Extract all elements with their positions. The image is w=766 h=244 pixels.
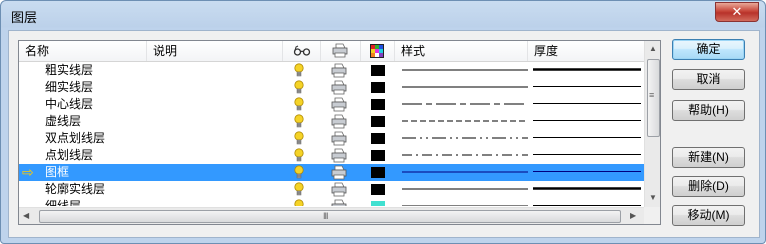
layer-name: 虚线层 — [45, 114, 82, 128]
line-thickness-preview[interactable] — [533, 135, 641, 140]
line-thickness-preview[interactable] — [533, 152, 641, 157]
scroll-up-icon[interactable]: ▲ — [645, 44, 660, 53]
printer-icon[interactable] — [331, 148, 347, 163]
layer-row[interactable]: 中心线层 — [19, 96, 644, 113]
printer-icon[interactable] — [331, 97, 347, 112]
printer-icon[interactable] — [331, 199, 347, 206]
line-thickness-preview[interactable] — [533, 169, 641, 174]
printer-icon — [332, 43, 348, 58]
help-button[interactable]: 帮助(H) — [672, 100, 745, 121]
layer-name: 双点划线层 — [45, 131, 106, 145]
line-style-preview[interactable] — [402, 68, 528, 72]
scroll-corner — [644, 207, 660, 224]
line-style-preview[interactable] — [402, 153, 528, 157]
column-header-visible[interactable] — [283, 41, 321, 61]
column-header-description[interactable]: 说明 — [147, 41, 283, 61]
scroll-right-icon[interactable]: ▶ — [630, 211, 636, 220]
line-style-preview[interactable] — [402, 102, 528, 106]
column-header-style[interactable]: 样式 — [395, 41, 528, 61]
delete-layer-button[interactable]: 删除(D) — [672, 176, 745, 197]
title-bar[interactable]: 图层 ✕ — [1, 1, 765, 29]
printer-icon[interactable] — [331, 182, 347, 197]
layer-row[interactable]: 虚线层 — [19, 113, 644, 130]
ok-button[interactable]: 确定 — [672, 39, 745, 60]
layer-row[interactable]: 点划线层 — [19, 147, 644, 164]
layers-dialog: 图层 ✕ 名称 说明 样式 厚度 粗实线层 细实线层 中心线层 虚线层 双点划线… — [0, 0, 766, 244]
scroll-down-icon[interactable]: ▼ — [645, 193, 660, 202]
move-layer-button[interactable]: 移动(M) — [672, 205, 745, 226]
lightbulb-icon[interactable] — [294, 97, 304, 112]
lightbulb-icon[interactable] — [294, 131, 304, 146]
printer-icon[interactable] — [331, 165, 347, 180]
layer-name: 中心线层 — [45, 97, 94, 111]
layer-list[interactable]: 名称 说明 样式 厚度 粗实线层 细实线层 中心线层 虚线层 双点划线层 点划线… — [18, 40, 661, 225]
line-style-preview[interactable] — [402, 170, 528, 174]
lightbulb-icon[interactable] — [294, 165, 304, 180]
printer-icon[interactable] — [331, 114, 347, 129]
current-layer-arrow-icon: ⇨ — [22, 164, 34, 180]
column-header-name[interactable]: 名称 — [19, 41, 147, 61]
window-title: 图层 — [11, 10, 38, 25]
vertical-scroll-thumb[interactable]: ≡ — [647, 59, 660, 137]
color-swatch[interactable] — [371, 133, 385, 144]
printer-icon[interactable] — [331, 131, 347, 146]
dialog-body: 名称 说明 样式 厚度 粗实线层 细实线层 中心线层 虚线层 双点划线层 点划线… — [8, 30, 760, 238]
horizontal-scroll-thumb[interactable]: III — [39, 210, 621, 223]
line-style-preview[interactable] — [402, 187, 528, 191]
new-layer-button[interactable]: 新建(N) — [672, 147, 745, 168]
line-thickness-preview[interactable] — [533, 118, 641, 123]
layer-name: 粗实线层 — [45, 63, 94, 77]
lightbulb-icon[interactable] — [294, 182, 304, 197]
cancel-button[interactable]: 取消 — [672, 69, 745, 90]
layer-row[interactable]: 细实线层 — [19, 79, 644, 96]
color-swatch[interactable] — [371, 167, 385, 178]
scroll-grip: ≡ — [649, 90, 654, 100]
layer-name: 细实线层 — [45, 80, 94, 94]
color-palette-icon — [370, 44, 384, 58]
line-thickness-preview[interactable] — [533, 203, 641, 206]
lightbulb-icon[interactable] — [294, 199, 304, 206]
layer-row[interactable]: 细线层 — [19, 198, 644, 206]
layer-name: 细线层 — [45, 199, 82, 206]
column-header-thickness[interactable]: 厚度 — [528, 41, 644, 61]
layer-name: 图框 — [45, 165, 70, 179]
color-swatch[interactable] — [371, 184, 385, 195]
color-swatch[interactable] — [371, 116, 385, 127]
list-header: 名称 说明 样式 厚度 — [19, 41, 644, 62]
horizontal-scrollbar[interactable]: ◀ III ▶ — [19, 207, 644, 224]
layer-rows: 粗实线层细实线层中心线层虚线层双点划线层点划线层 ⇨ 图框轮廓实线层细线层 — [19, 62, 644, 206]
vertical-scrollbar[interactable]: ▲ ≡ ▼ — [644, 41, 660, 207]
layer-name: 点划线层 — [45, 148, 94, 162]
glasses-icon — [293, 45, 311, 56]
color-swatch[interactable] — [371, 82, 385, 93]
scroll-grip: III — [323, 211, 328, 221]
layer-row[interactable]: 轮廓实线层 — [19, 181, 644, 198]
column-header-print[interactable] — [321, 41, 361, 61]
lightbulb-icon[interactable] — [294, 63, 304, 78]
color-swatch[interactable] — [371, 150, 385, 161]
color-swatch[interactable] — [371, 201, 385, 206]
column-header-color[interactable] — [361, 41, 395, 61]
line-style-preview[interactable] — [402, 136, 528, 140]
color-swatch[interactable] — [371, 65, 385, 76]
lightbulb-icon[interactable] — [294, 148, 304, 163]
printer-icon[interactable] — [331, 80, 347, 95]
close-button[interactable]: ✕ — [715, 2, 759, 22]
color-swatch[interactable] — [371, 99, 385, 110]
layer-row[interactable]: 双点划线层 — [19, 130, 644, 147]
lightbulb-icon[interactable] — [294, 80, 304, 95]
line-thickness-preview[interactable] — [533, 84, 641, 89]
printer-icon[interactable] — [331, 63, 347, 78]
line-thickness-preview[interactable] — [533, 186, 641, 191]
line-thickness-preview[interactable] — [533, 67, 641, 72]
line-style-preview[interactable] — [402, 85, 528, 89]
line-style-preview[interactable] — [402, 119, 528, 123]
layer-row[interactable]: 粗实线层 — [19, 62, 644, 79]
line-style-preview[interactable] — [402, 204, 528, 206]
line-thickness-preview[interactable] — [533, 101, 641, 106]
layer-row[interactable]: ⇨ 图框 — [19, 164, 644, 181]
scroll-left-icon[interactable]: ◀ — [23, 211, 29, 220]
lightbulb-icon[interactable] — [294, 114, 304, 129]
layer-name: 轮廓实线层 — [45, 182, 106, 196]
